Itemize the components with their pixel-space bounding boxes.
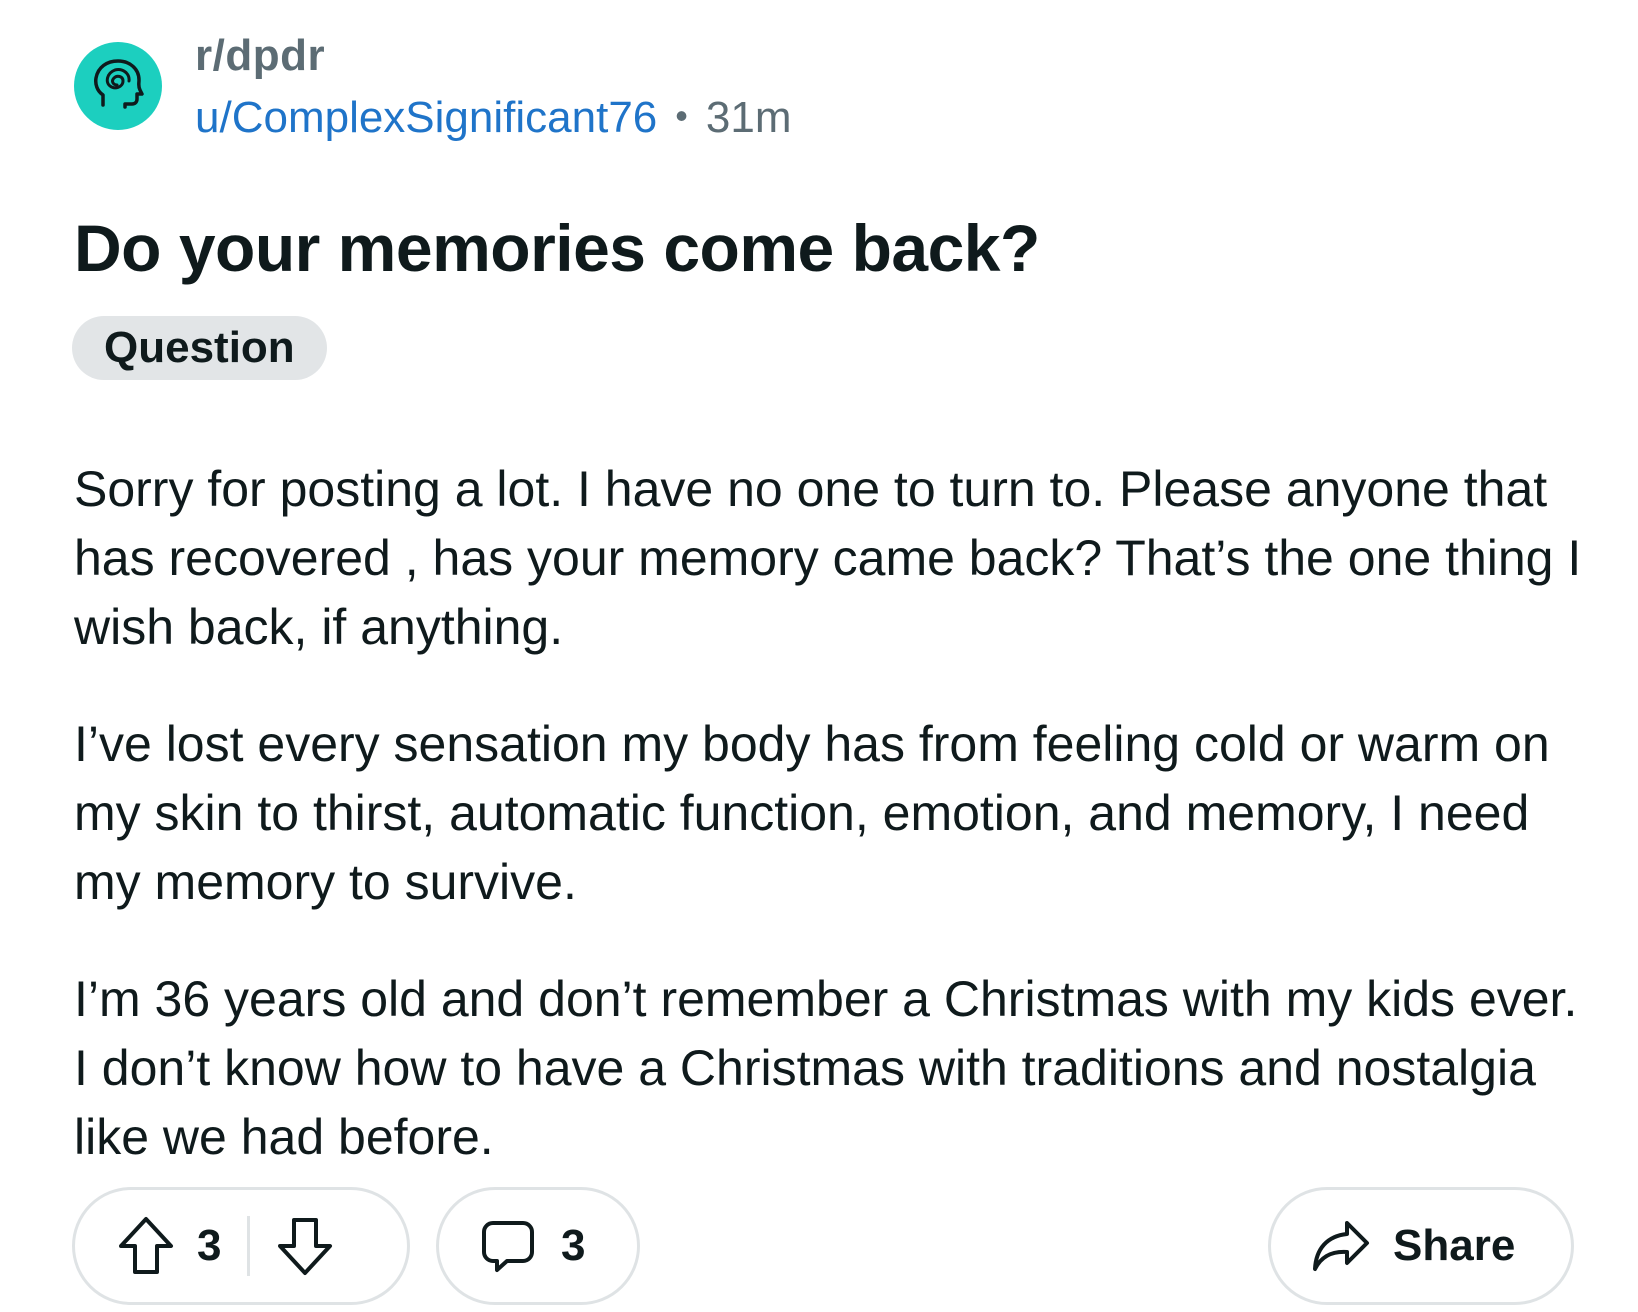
post-card: r/dpdr u/ComplexSignificant76 • 31m Do you… [0,0,1638,1312]
vote-control: 3 [72,1187,410,1305]
comment-count: 3 [561,1221,586,1270]
vote-divider [247,1216,251,1276]
action-bar: 3 3 Share [72,1187,1574,1305]
share-button[interactable]: Share [1268,1187,1574,1305]
vote-score: 3 [197,1221,222,1270]
head-icon [89,55,147,118]
author-username[interactable]: u/ComplexSignificant76 [195,93,657,142]
post-title[interactable]: Do your memories come back? [74,208,1040,288]
meta-separator: • [675,95,688,136]
subreddit-avatar[interactable] [74,42,162,130]
comment-icon [479,1217,537,1275]
share-icon [1311,1219,1371,1273]
body-paragraph: Sorry for posting a lot. I have no one t… [74,461,1582,655]
post-meta: r/dpdr u/ComplexSignificant76 • 31m [195,28,791,148]
downvote-icon[interactable] [276,1215,334,1277]
byline: u/ComplexSignificant76 • 31m [195,90,791,148]
comments-button[interactable]: 3 [436,1187,640,1305]
body-paragraph: I’m 36 years old and don’t remember a Ch… [74,971,1578,1165]
post-flair[interactable]: Question [72,316,327,380]
share-label: Share [1393,1221,1516,1270]
body-paragraph: I’ve lost every sensation my body has fr… [74,716,1550,910]
upvote-icon[interactable] [117,1215,175,1277]
subreddit-name[interactable]: r/dpdr [195,28,791,84]
post-body: Sorry for posting a lot. I have no one t… [74,455,1594,1220]
post-age: 31m [705,93,792,142]
